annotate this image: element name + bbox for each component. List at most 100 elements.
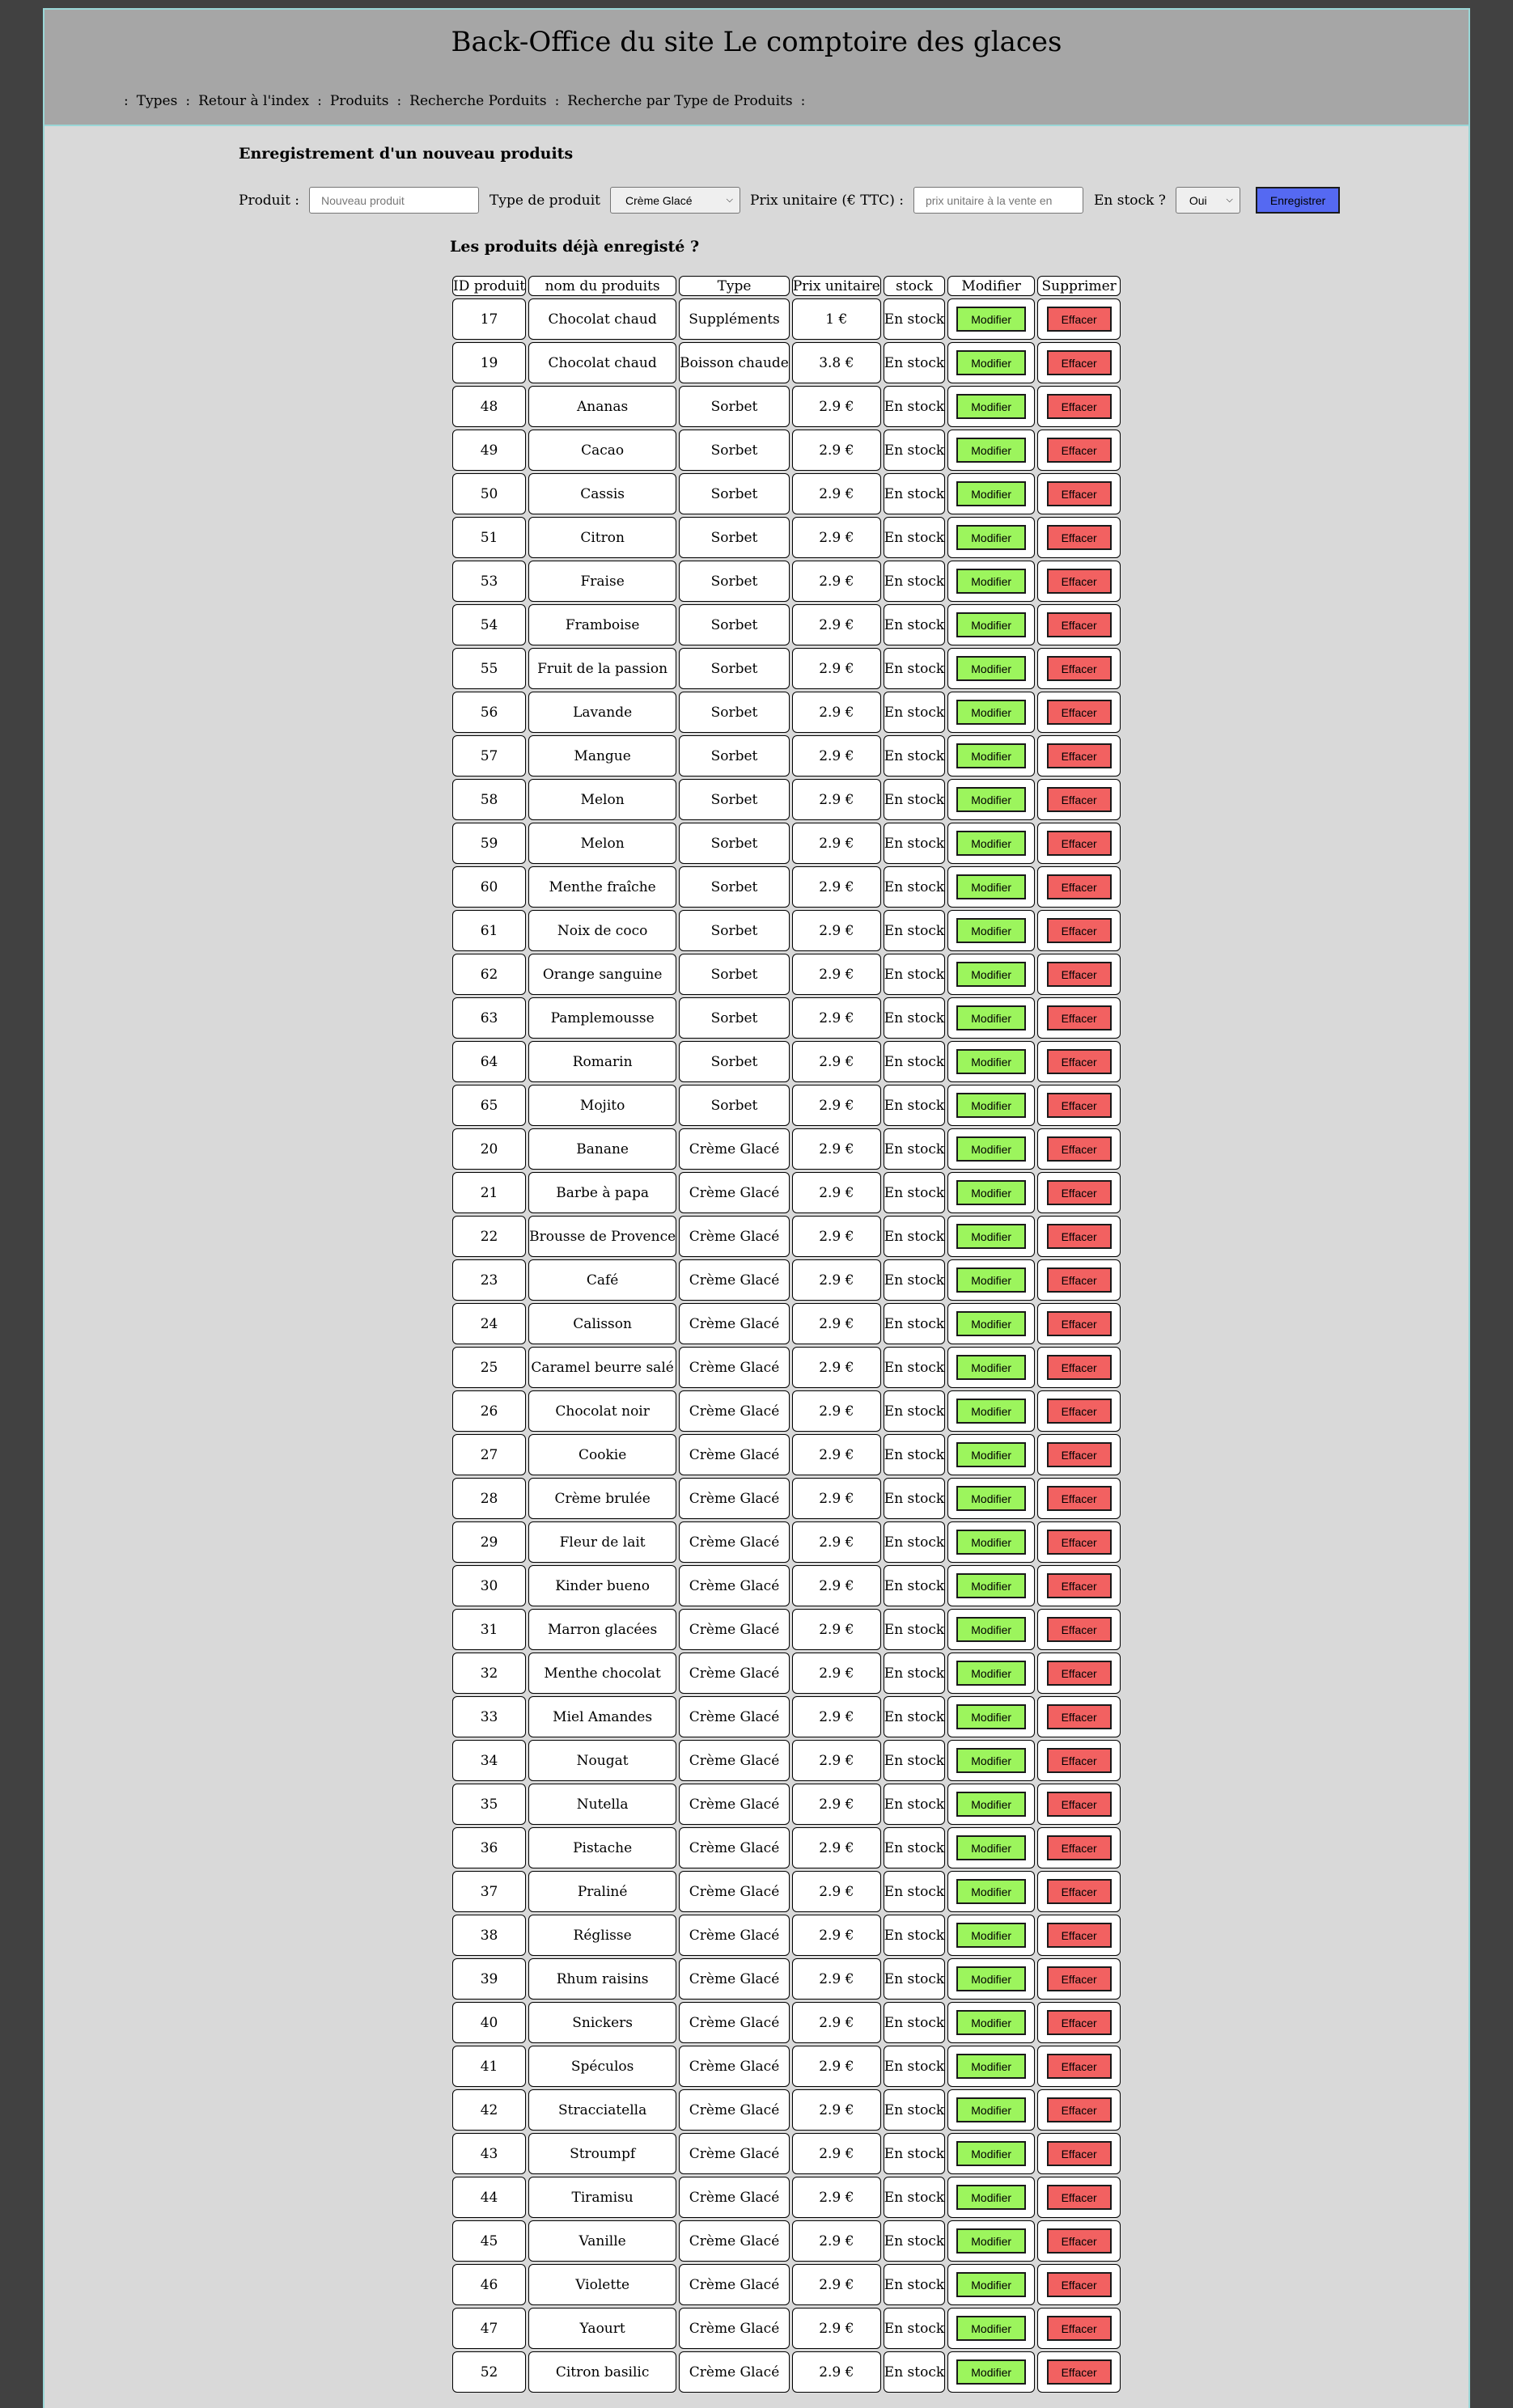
modify-button[interactable]: Modifier	[956, 1180, 1027, 1205]
delete-button[interactable]: Effacer	[1046, 1879, 1112, 1904]
delete-button[interactable]: Effacer	[1046, 962, 1112, 987]
nav-link[interactable]: Types	[137, 93, 178, 109]
modify-button[interactable]: Modifier	[956, 1355, 1027, 1380]
modify-button[interactable]: Modifier	[956, 1049, 1027, 1074]
modify-button[interactable]: Modifier	[956, 1442, 1027, 1467]
delete-button[interactable]: Effacer	[1046, 700, 1112, 725]
modify-button[interactable]: Modifier	[956, 1835, 1027, 1860]
modify-button[interactable]: Modifier	[956, 1966, 1027, 1991]
delete-button[interactable]: Effacer	[1046, 656, 1112, 681]
type-select[interactable]: Crème Glacé ⌵	[610, 187, 741, 214]
modify-button[interactable]: Modifier	[956, 2359, 1027, 2385]
modify-button[interactable]: Modifier	[956, 656, 1027, 681]
modify-button[interactable]: Modifier	[956, 700, 1027, 725]
modify-button[interactable]: Modifier	[956, 1617, 1027, 1642]
modify-button[interactable]: Modifier	[956, 1704, 1027, 1729]
delete-button[interactable]: Effacer	[1046, 481, 1112, 506]
delete-button[interactable]: Effacer	[1046, 350, 1112, 375]
delete-button[interactable]: Effacer	[1046, 394, 1112, 419]
modify-button[interactable]: Modifier	[956, 787, 1027, 812]
delete-button[interactable]: Effacer	[1046, 1835, 1112, 1860]
delete-button[interactable]: Effacer	[1046, 2141, 1112, 2166]
delete-button[interactable]: Effacer	[1046, 438, 1112, 463]
delete-button[interactable]: Effacer	[1046, 1442, 1112, 1467]
modify-button[interactable]: Modifier	[956, 962, 1027, 987]
modify-button[interactable]: Modifier	[956, 2228, 1027, 2254]
delete-button[interactable]: Effacer	[1046, 1530, 1112, 1555]
nav-link[interactable]: Produits	[330, 93, 389, 109]
modify-button[interactable]: Modifier	[956, 2054, 1027, 2079]
modify-button[interactable]: Modifier	[956, 394, 1027, 419]
modify-button[interactable]: Modifier	[956, 1530, 1027, 1555]
delete-button[interactable]: Effacer	[1046, 1267, 1112, 1293]
delete-button[interactable]: Effacer	[1046, 2097, 1112, 2122]
nav-link[interactable]: Retour à l'index	[198, 93, 309, 109]
modify-button[interactable]: Modifier	[956, 1267, 1027, 1293]
modify-button[interactable]: Modifier	[956, 1005, 1027, 1030]
modify-button[interactable]: Modifier	[956, 1136, 1027, 1162]
save-button[interactable]: Enregistrer	[1255, 187, 1341, 214]
delete-button[interactable]: Effacer	[1046, 569, 1112, 594]
modify-button[interactable]: Modifier	[956, 1661, 1027, 1686]
delete-button[interactable]: Effacer	[1046, 1661, 1112, 1686]
modify-button[interactable]: Modifier	[956, 2141, 1027, 2166]
modify-button[interactable]: Modifier	[956, 2272, 1027, 2297]
delete-button[interactable]: Effacer	[1046, 1617, 1112, 1642]
modify-button[interactable]: Modifier	[956, 831, 1027, 856]
delete-button[interactable]: Effacer	[1046, 1224, 1112, 1249]
modify-button[interactable]: Modifier	[956, 525, 1027, 550]
delete-button[interactable]: Effacer	[1046, 2185, 1112, 2210]
modify-button[interactable]: Modifier	[956, 2010, 1027, 2035]
modify-button[interactable]: Modifier	[956, 1792, 1027, 1817]
modify-button[interactable]: Modifier	[956, 1486, 1027, 1511]
modify-button[interactable]: Modifier	[956, 350, 1027, 375]
delete-button[interactable]: Effacer	[1046, 2010, 1112, 2035]
delete-button[interactable]: Effacer	[1046, 612, 1112, 637]
nav-link[interactable]: Recherche par Type de Produits	[567, 93, 792, 109]
modify-button[interactable]: Modifier	[956, 438, 1027, 463]
delete-button[interactable]: Effacer	[1046, 1355, 1112, 1380]
delete-button[interactable]: Effacer	[1046, 2054, 1112, 2079]
delete-button[interactable]: Effacer	[1046, 1093, 1112, 1118]
modify-button[interactable]: Modifier	[956, 2185, 1027, 2210]
delete-button[interactable]: Effacer	[1046, 2316, 1112, 2341]
delete-button[interactable]: Effacer	[1046, 1923, 1112, 1948]
delete-button[interactable]: Effacer	[1046, 831, 1112, 856]
delete-button[interactable]: Effacer	[1046, 1748, 1112, 1773]
modify-button[interactable]: Modifier	[956, 1093, 1027, 1118]
delete-button[interactable]: Effacer	[1046, 874, 1112, 899]
delete-button[interactable]: Effacer	[1046, 1792, 1112, 1817]
modify-button[interactable]: Modifier	[956, 612, 1027, 637]
delete-button[interactable]: Effacer	[1046, 1049, 1112, 1074]
modify-button[interactable]: Modifier	[956, 2316, 1027, 2341]
delete-button[interactable]: Effacer	[1046, 2228, 1112, 2254]
delete-button[interactable]: Effacer	[1046, 525, 1112, 550]
delete-button[interactable]: Effacer	[1046, 307, 1112, 332]
modify-button[interactable]: Modifier	[956, 1923, 1027, 1948]
delete-button[interactable]: Effacer	[1046, 1966, 1112, 1991]
nav-link[interactable]: Recherche Porduits	[409, 93, 546, 109]
modify-button[interactable]: Modifier	[956, 481, 1027, 506]
delete-button[interactable]: Effacer	[1046, 1136, 1112, 1162]
delete-button[interactable]: Effacer	[1046, 2359, 1112, 2385]
modify-button[interactable]: Modifier	[956, 743, 1027, 768]
delete-button[interactable]: Effacer	[1046, 1180, 1112, 1205]
delete-button[interactable]: Effacer	[1046, 1486, 1112, 1511]
modify-button[interactable]: Modifier	[956, 1311, 1027, 1336]
stock-select[interactable]: Oui ⌵	[1175, 187, 1240, 214]
delete-button[interactable]: Effacer	[1046, 2272, 1112, 2297]
delete-button[interactable]: Effacer	[1046, 1573, 1112, 1598]
delete-button[interactable]: Effacer	[1046, 743, 1112, 768]
modify-button[interactable]: Modifier	[956, 918, 1027, 943]
delete-button[interactable]: Effacer	[1046, 1311, 1112, 1336]
prix-input[interactable]	[913, 187, 1083, 214]
modify-button[interactable]: Modifier	[956, 874, 1027, 899]
delete-button[interactable]: Effacer	[1046, 1704, 1112, 1729]
delete-button[interactable]: Effacer	[1046, 1399, 1112, 1424]
modify-button[interactable]: Modifier	[956, 1748, 1027, 1773]
modify-button[interactable]: Modifier	[956, 1573, 1027, 1598]
modify-button[interactable]: Modifier	[956, 307, 1027, 332]
delete-button[interactable]: Effacer	[1046, 787, 1112, 812]
modify-button[interactable]: Modifier	[956, 569, 1027, 594]
delete-button[interactable]: Effacer	[1046, 918, 1112, 943]
